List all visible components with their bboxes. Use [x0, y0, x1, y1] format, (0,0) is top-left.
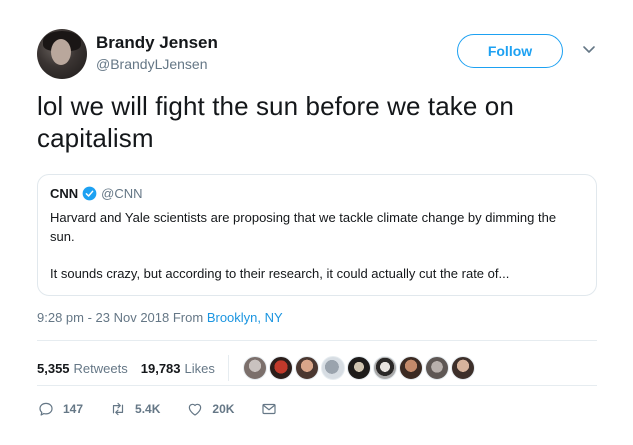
liker-avatar[interactable] — [398, 356, 423, 380]
quoted-tweet[interactable]: CNN @CNN Harvard and Yale scientists are… — [37, 174, 597, 296]
retweet-icon — [112, 402, 124, 416]
like-count: 20K — [212, 402, 235, 416]
chevron-down-icon[interactable] — [582, 44, 596, 56]
retweets-count[interactable]: 5,355 — [37, 361, 70, 376]
author-avatar[interactable] — [37, 29, 87, 79]
liker-avatar[interactable] — [242, 356, 267, 380]
reply-count: 147 — [63, 402, 84, 416]
tweet-stats: 5,355 Retweets 19,783 Likes — [37, 355, 477, 381]
retweet-count: 5.4K — [135, 402, 161, 416]
liker-avatar[interactable] — [424, 356, 449, 380]
direct-message-button[interactable] — [260, 400, 286, 418]
liker-avatar[interactable] — [268, 356, 293, 380]
author-handle[interactable]: @BrandyLJensen — [96, 56, 208, 72]
avatar-face — [51, 39, 71, 65]
liker-avatar[interactable] — [294, 356, 319, 380]
verified-badge-icon — [82, 186, 97, 201]
tweet-timestamp: 9:28 pm - 23 Nov 2018 From Brooklyn, NY — [37, 310, 283, 325]
quoted-tweet-body: Harvard and Yale scientists are proposin… — [50, 208, 580, 283]
like-button[interactable]: 20K — [186, 400, 234, 418]
quoted-paragraph: Harvard and Yale scientists are proposin… — [50, 210, 557, 244]
likes-count[interactable]: 19,783 — [141, 361, 181, 376]
quoted-paragraph: It sounds crazy, but according to their … — [50, 266, 510, 281]
quoted-author-handle: @CNN — [101, 186, 143, 201]
follow-button[interactable]: Follow — [457, 34, 563, 68]
timestamp-text: 9:28 pm - 23 Nov 2018 From — [37, 310, 207, 325]
location-link[interactable]: Brooklyn, NY — [207, 310, 283, 325]
reply-icon — [39, 402, 53, 416]
liker-avatar[interactable] — [346, 356, 371, 380]
liker-avatar[interactable] — [320, 356, 345, 380]
likes-label[interactable]: Likes — [185, 361, 215, 376]
retweets-label[interactable]: Retweets — [74, 361, 128, 376]
retweet-button[interactable]: 5.4K — [109, 400, 160, 418]
stats-separator — [227, 355, 229, 381]
liker-avatar[interactable] — [450, 356, 475, 380]
liker-avatar[interactable] — [372, 356, 397, 380]
divider — [37, 340, 597, 341]
tweet-actions: 147 5.4K 20K — [37, 400, 312, 418]
heart-icon — [189, 403, 202, 416]
envelope-icon — [262, 403, 277, 415]
author-name[interactable]: Brandy Jensen — [96, 33, 218, 53]
divider — [37, 385, 597, 386]
quoted-tweet-header: CNN @CNN — [50, 186, 143, 201]
quoted-author-name: CNN — [50, 186, 79, 201]
tweet-text: lol we will fight the sun before we take… — [37, 91, 514, 153]
reply-button[interactable]: 147 — [37, 400, 83, 418]
liker-avatars — [242, 356, 477, 380]
